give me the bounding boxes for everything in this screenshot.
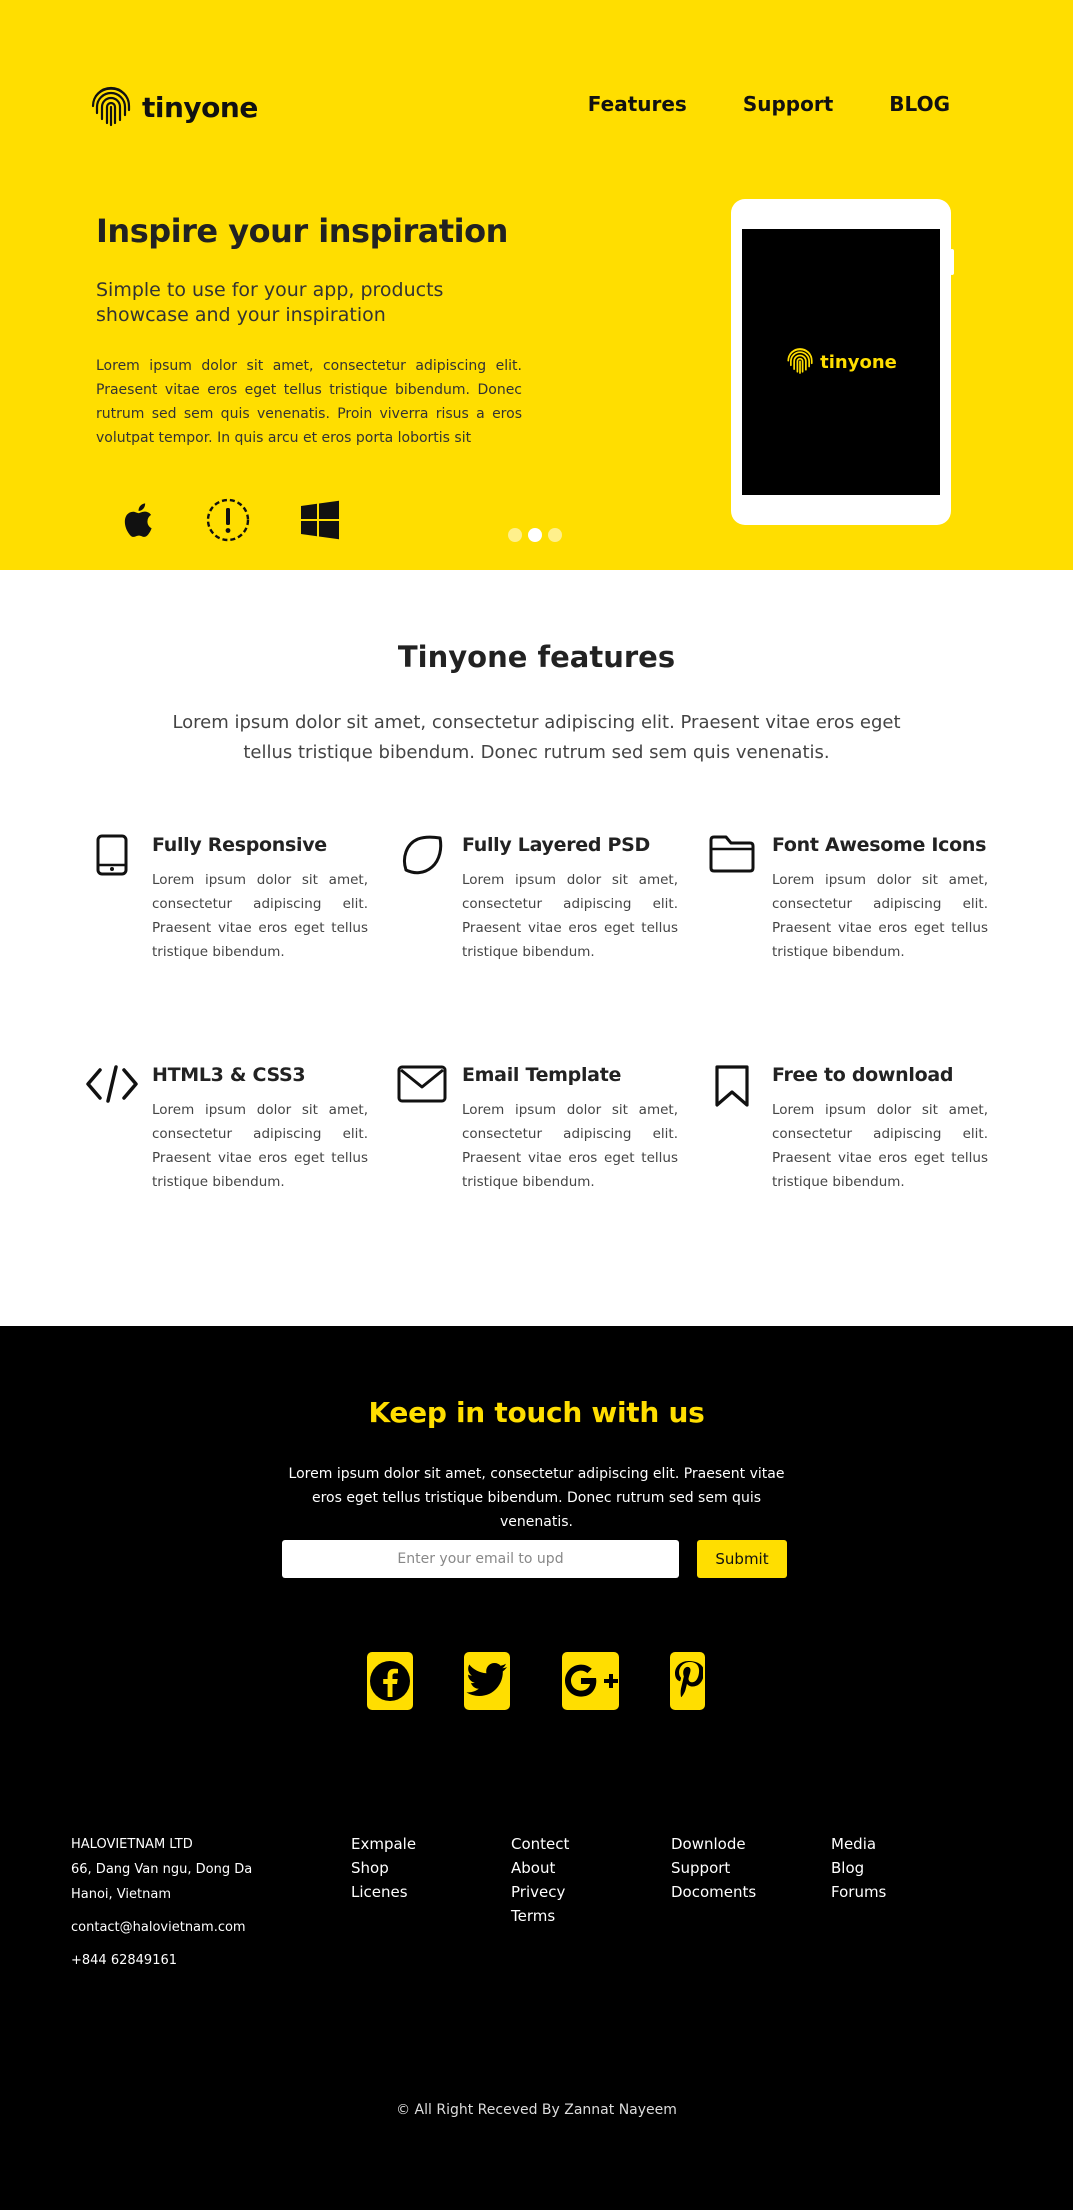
fingerprint-icon xyxy=(785,345,815,379)
hero-subtitle: Simple to use for your app, products sho… xyxy=(96,279,444,326)
twitter-icon[interactable] xyxy=(464,1652,510,1710)
feature-title: Fully Responsive xyxy=(152,834,327,856)
contact-footer-section xyxy=(0,1326,1073,2210)
envelope-icon xyxy=(396,1064,448,1110)
footer-link-exmpale[interactable]: Exmpale xyxy=(351,1832,416,1856)
logo[interactable]: tinyone xyxy=(88,82,258,132)
slider-dot-1[interactable] xyxy=(508,528,522,542)
company-email[interactable]: contact@halovietnam.com xyxy=(71,1915,252,1940)
footer-column-2: Contect About Privecy Terms xyxy=(511,1832,569,1928)
feature-text: Lorem ipsum dolor sit amet, consectetur … xyxy=(772,872,988,960)
feature-title: Free to download xyxy=(772,1064,954,1086)
logo-text: tinyone xyxy=(142,90,258,124)
company-address-line2: Hanoi, Vietnam xyxy=(71,1887,171,1902)
footer-link-docoments[interactable]: Docoments xyxy=(671,1880,756,1904)
tablet-button xyxy=(950,249,954,275)
footer-link-support[interactable]: Support xyxy=(671,1856,756,1880)
folder-icon xyxy=(706,834,758,880)
hero-body: Lorem ipsum dolor sit amet, consectetur … xyxy=(96,358,522,446)
google-plus-icon[interactable] xyxy=(562,1652,619,1710)
footer-link-contect[interactable]: Contect xyxy=(511,1832,569,1856)
apple-icon[interactable] xyxy=(112,496,160,544)
footer-column-3: Downlode Support Docoments xyxy=(671,1832,756,1904)
footer-link-blog[interactable]: Blog xyxy=(831,1856,886,1880)
footer-link-media[interactable]: Media xyxy=(831,1832,886,1856)
contact-text: Lorem ipsum dolor sit amet, consectetur … xyxy=(288,1466,785,1530)
pinterest-icon[interactable] xyxy=(670,1652,705,1710)
feature-text: Lorem ipsum dolor sit amet, consectetur … xyxy=(152,872,368,960)
feature-text: Lorem ipsum dolor sit amet, consectetur … xyxy=(462,872,678,960)
code-icon xyxy=(86,1064,138,1110)
feature-title: HTML3 & CSS3 xyxy=(152,1064,306,1086)
nav-blog[interactable]: BLOG xyxy=(889,92,950,116)
company-phone[interactable]: +844 62849161 xyxy=(71,1948,252,1973)
slider-dots xyxy=(508,528,562,542)
features-intro: Lorem ipsum dolor sit amet, consectetur … xyxy=(172,712,901,763)
slider-dot-3[interactable] xyxy=(548,528,562,542)
company-name: HALOVIETNAM LTD xyxy=(71,1837,193,1852)
footer-link-about[interactable]: About xyxy=(511,1856,569,1880)
windows-icon[interactable] xyxy=(296,496,344,544)
slider-dot-2[interactable] xyxy=(528,528,542,542)
company-info: HALOVIETNAM LTD 66, Dang Van ngu, Dong D… xyxy=(71,1832,252,1973)
submit-button[interactable]: Submit xyxy=(697,1540,787,1578)
nav-features[interactable]: Features xyxy=(588,92,687,116)
hero-section: tinyone Features Support BLOG Inspire yo… xyxy=(0,0,1073,570)
company-address-line1: 66, Dang Van ngu, Dong Da xyxy=(71,1862,253,1877)
tablet-icon xyxy=(86,834,138,880)
feature-text: Lorem ipsum dolor sit amet, consectetur … xyxy=(152,1102,368,1190)
fingerprint-icon xyxy=(88,82,134,132)
email-input[interactable] xyxy=(282,1540,679,1578)
facebook-icon[interactable] xyxy=(367,1652,413,1710)
footer-link-licenes[interactable]: Licenes xyxy=(351,1880,416,1904)
footer-link-downlode[interactable]: Downlode xyxy=(671,1832,756,1856)
bookmark-icon xyxy=(706,1064,758,1110)
main-nav: Features Support BLOG xyxy=(588,92,950,116)
contact-title: Keep in touch with us xyxy=(368,1396,705,1429)
nav-support[interactable]: Support xyxy=(743,92,833,116)
footer-column-1: Exmpale Shop Licenes xyxy=(351,1832,416,1904)
footer-column-4: Media Blog Forums xyxy=(831,1832,886,1904)
feature-title: Fully Layered PSD xyxy=(462,834,650,856)
platform-links xyxy=(112,496,344,544)
hero-title: Inspire your inspiration xyxy=(96,212,508,250)
features-title: Tinyone features xyxy=(397,640,676,674)
tablet-mockup: tinyone xyxy=(731,199,954,525)
footer-link-privecy[interactable]: Privecy xyxy=(511,1880,569,1904)
footer-link-terms[interactable]: Terms xyxy=(511,1904,569,1928)
footer-link-shop[interactable]: Shop xyxy=(351,1856,416,1880)
feature-title: Email Template xyxy=(462,1064,622,1086)
feature-title: Font Awesome Icons xyxy=(772,834,987,856)
tablet-screen: tinyone xyxy=(742,229,940,495)
android-icon[interactable] xyxy=(204,496,252,544)
feature-text: Lorem ipsum dolor sit amet, consectetur … xyxy=(772,1102,988,1190)
leaf-icon xyxy=(396,834,448,880)
footer-link-forums[interactable]: Forums xyxy=(831,1880,886,1904)
tablet-logo-text: tinyone xyxy=(820,351,897,373)
feature-text: Lorem ipsum dolor sit amet, consectetur … xyxy=(462,1102,678,1190)
copyright: © All Right Receved By Zannat Nayeem xyxy=(396,2102,677,2118)
